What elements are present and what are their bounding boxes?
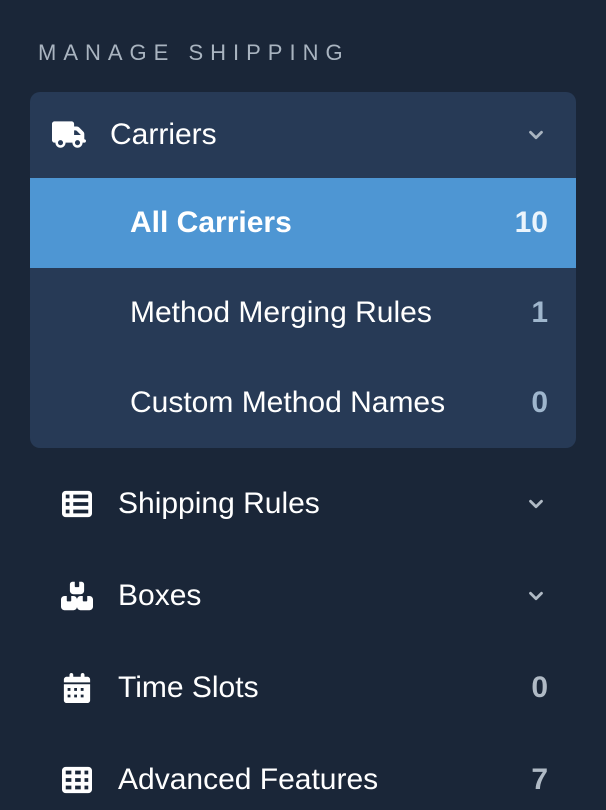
menu-item-time-slots[interactable]: Time Slots 0 — [30, 642, 576, 734]
menu-item-label: Boxes — [118, 581, 524, 611]
list-icon — [60, 487, 94, 521]
carriers-panel: Carriers All Carriers 10 Method Merging … — [30, 92, 576, 448]
boxes-icon — [60, 579, 94, 613]
submenu-label: All Carriers — [130, 208, 515, 238]
section-header: MANAGE SHIPPING — [30, 40, 576, 66]
submenu-custom-method-names[interactable]: Custom Method Names 0 — [30, 358, 576, 448]
menu-item-boxes[interactable]: Boxes — [30, 550, 576, 642]
submenu-label: Method Merging Rules — [130, 298, 524, 328]
menu-item-label: Time Slots — [118, 673, 524, 703]
menu-item-count: 7 — [524, 763, 548, 797]
menu-item-label: Carriers — [110, 120, 524, 150]
menu-item-advanced-features[interactable]: Advanced Features 7 — [30, 734, 576, 810]
sidebar: MANAGE SHIPPING Carriers All Carriers 10… — [0, 0, 606, 810]
submenu-all-carriers[interactable]: All Carriers 10 — [30, 178, 576, 268]
chevron-down-icon — [524, 492, 548, 516]
submenu-method-merging-rules[interactable]: Method Merging Rules 1 — [30, 268, 576, 358]
submenu-count: 10 — [515, 206, 548, 240]
menu-item-label: Shipping Rules — [118, 489, 524, 519]
menu-item-shipping-rules[interactable]: Shipping Rules — [30, 458, 576, 550]
grid-icon — [60, 763, 94, 797]
submenu-label: Custom Method Names — [130, 388, 524, 418]
submenu-count: 0 — [524, 386, 548, 420]
menu-item-label: Advanced Features — [118, 765, 524, 795]
chevron-down-icon — [524, 584, 548, 608]
menu-item-count: 0 — [524, 671, 548, 705]
menu-item-carriers[interactable]: Carriers — [30, 92, 576, 178]
truck-icon — [52, 118, 86, 152]
chevron-down-icon — [524, 123, 548, 147]
calendar-icon — [60, 671, 94, 705]
submenu-count: 1 — [524, 296, 548, 330]
